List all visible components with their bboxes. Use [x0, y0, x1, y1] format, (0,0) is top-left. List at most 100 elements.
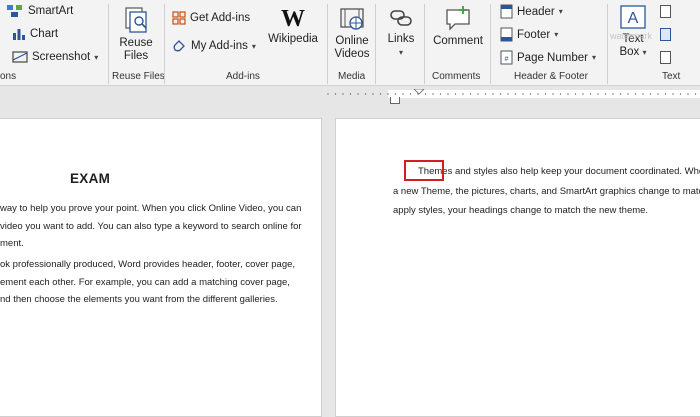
chevron-down-icon: ▾ — [554, 30, 559, 39]
ribbon: SmartArt Chart Screenshot ▾ ons Reuse Fi… — [0, 0, 700, 86]
ruler-tick — [597, 93, 599, 95]
ruler-tick — [327, 93, 329, 95]
addins-icon — [173, 40, 185, 52]
svg-text:#: # — [505, 56, 509, 63]
ruler-tick — [657, 93, 659, 95]
ruler-tick — [469, 93, 472, 95]
page-number-label: Page Number — [517, 51, 588, 64]
drop-cap-icon[interactable] — [660, 51, 671, 64]
online-videos-button[interactable]: Online Videos — [333, 6, 371, 61]
text-box-label-line2: Box — [619, 46, 640, 58]
group-label-reuse-files: Reuse Files — [112, 71, 165, 82]
my-addins-button[interactable]: My Add-ins ▾ — [172, 39, 256, 53]
group-label-comments: Comments — [432, 71, 481, 82]
ruler-tick — [514, 93, 517, 95]
wikipedia-icon: W — [281, 6, 305, 30]
svg-text:A: A — [628, 10, 639, 27]
ruler-tick — [627, 93, 629, 95]
wikipedia-button[interactable]: W Wikipedia — [266, 6, 320, 46]
ruler-tick — [589, 93, 592, 95]
screenshot-label: Screenshot — [32, 51, 91, 63]
text-box-icon: A — [620, 5, 646, 29]
group-label-media: Media — [338, 71, 366, 82]
header-button[interactable]: Header ▾ — [500, 4, 563, 19]
watermark-fragment: watermark — [610, 31, 653, 41]
links-button[interactable]: Links ▾ — [384, 6, 418, 59]
group-label-text: Text — [662, 71, 681, 82]
ruler-tick — [672, 93, 674, 95]
reuse-files-button[interactable]: Reuse Files — [116, 6, 156, 63]
ruler-tick — [574, 93, 577, 95]
chevron-down-icon: ▾ — [94, 52, 99, 62]
ruler-tick — [349, 93, 352, 95]
ruler-tick — [679, 93, 682, 95]
chevron-down-icon: ▾ — [558, 7, 563, 16]
ruler-tick — [567, 93, 569, 95]
ruler-tick — [544, 93, 547, 95]
left-page-line: way to help you prove your point. When y… — [0, 203, 302, 214]
ruler-tick — [409, 93, 412, 95]
reuse-files-label-line2: Files — [123, 50, 149, 62]
chevron-down-icon: ▾ — [642, 48, 647, 57]
chevron-down-icon: ▾ — [591, 53, 596, 62]
wordart-icon[interactable] — [660, 28, 671, 41]
ruler-tick — [372, 93, 374, 95]
footer-button[interactable]: Footer ▾ — [500, 27, 558, 42]
group-label-addins: Add-ins — [226, 71, 260, 82]
page-right[interactable] — [335, 118, 700, 417]
link-icon — [390, 10, 412, 26]
screenshot-button[interactable]: Screenshot ▾ — [12, 50, 98, 64]
smartart-button[interactable]: SmartArt — [6, 4, 73, 18]
right-page-line: a new Theme, the pictures, charts, and S… — [393, 186, 700, 197]
ruler-tick — [484, 93, 487, 95]
ruler[interactable] — [322, 89, 700, 99]
ruler-tick — [477, 93, 479, 95]
ruler-tick — [447, 93, 449, 95]
svg-text:W: W — [281, 6, 305, 30]
ruler-tick — [642, 93, 644, 95]
right-page-line: Themes and styles also help keep your do… — [418, 166, 700, 177]
chart-icon — [13, 29, 25, 40]
footer-label: Footer — [517, 28, 551, 41]
ruler-tick — [529, 93, 532, 95]
reuse-files-label-line1: Reuse — [119, 37, 153, 49]
ruler-tick — [364, 93, 367, 95]
ruler-tick — [439, 93, 442, 95]
ruler-tick — [694, 93, 697, 95]
ruler-tick — [499, 93, 502, 95]
footer-icon — [500, 27, 513, 42]
page-number-button[interactable]: # Page Number ▾ — [500, 50, 596, 65]
group-label-header-footer: Header & Footer — [514, 71, 588, 82]
document-title: EXAM — [70, 171, 111, 186]
quick-parts-icon[interactable] — [660, 5, 671, 18]
group-separator — [327, 4, 328, 84]
online-videos-label-line2: Videos — [334, 48, 370, 60]
ruler-tick — [424, 93, 427, 95]
ruler-tick — [537, 93, 539, 95]
ruler-tick — [612, 93, 614, 95]
ruler-tick — [432, 93, 434, 95]
get-addins-label: Get Add-ins — [190, 12, 251, 24]
header-label: Header — [517, 5, 555, 18]
left-page-line: ement each other. For example, you can a… — [0, 277, 290, 288]
header-icon — [500, 4, 513, 19]
ruler-tick — [342, 93, 344, 95]
group-separator — [424, 4, 425, 84]
ruler-tick — [649, 93, 652, 95]
ruler-tick — [619, 93, 622, 95]
left-page-line: video you want to add. You can also type… — [0, 221, 302, 232]
ruler-tick — [394, 93, 397, 95]
comment-button[interactable]: Comment — [430, 4, 486, 48]
online-video-icon — [340, 8, 364, 30]
chart-button[interactable]: Chart — [12, 27, 58, 41]
indent-marker[interactable] — [390, 97, 400, 104]
group-separator — [607, 4, 608, 84]
wikipedia-label: Wikipedia — [268, 33, 318, 45]
get-addins-button[interactable]: Get Add-ins — [172, 11, 250, 25]
links-label: Links — [387, 33, 415, 45]
group-separator — [490, 4, 491, 84]
chevron-down-icon: ▾ — [251, 41, 256, 51]
comment-icon — [446, 6, 470, 31]
ruler-tick — [582, 93, 584, 95]
group-separator — [375, 4, 376, 84]
